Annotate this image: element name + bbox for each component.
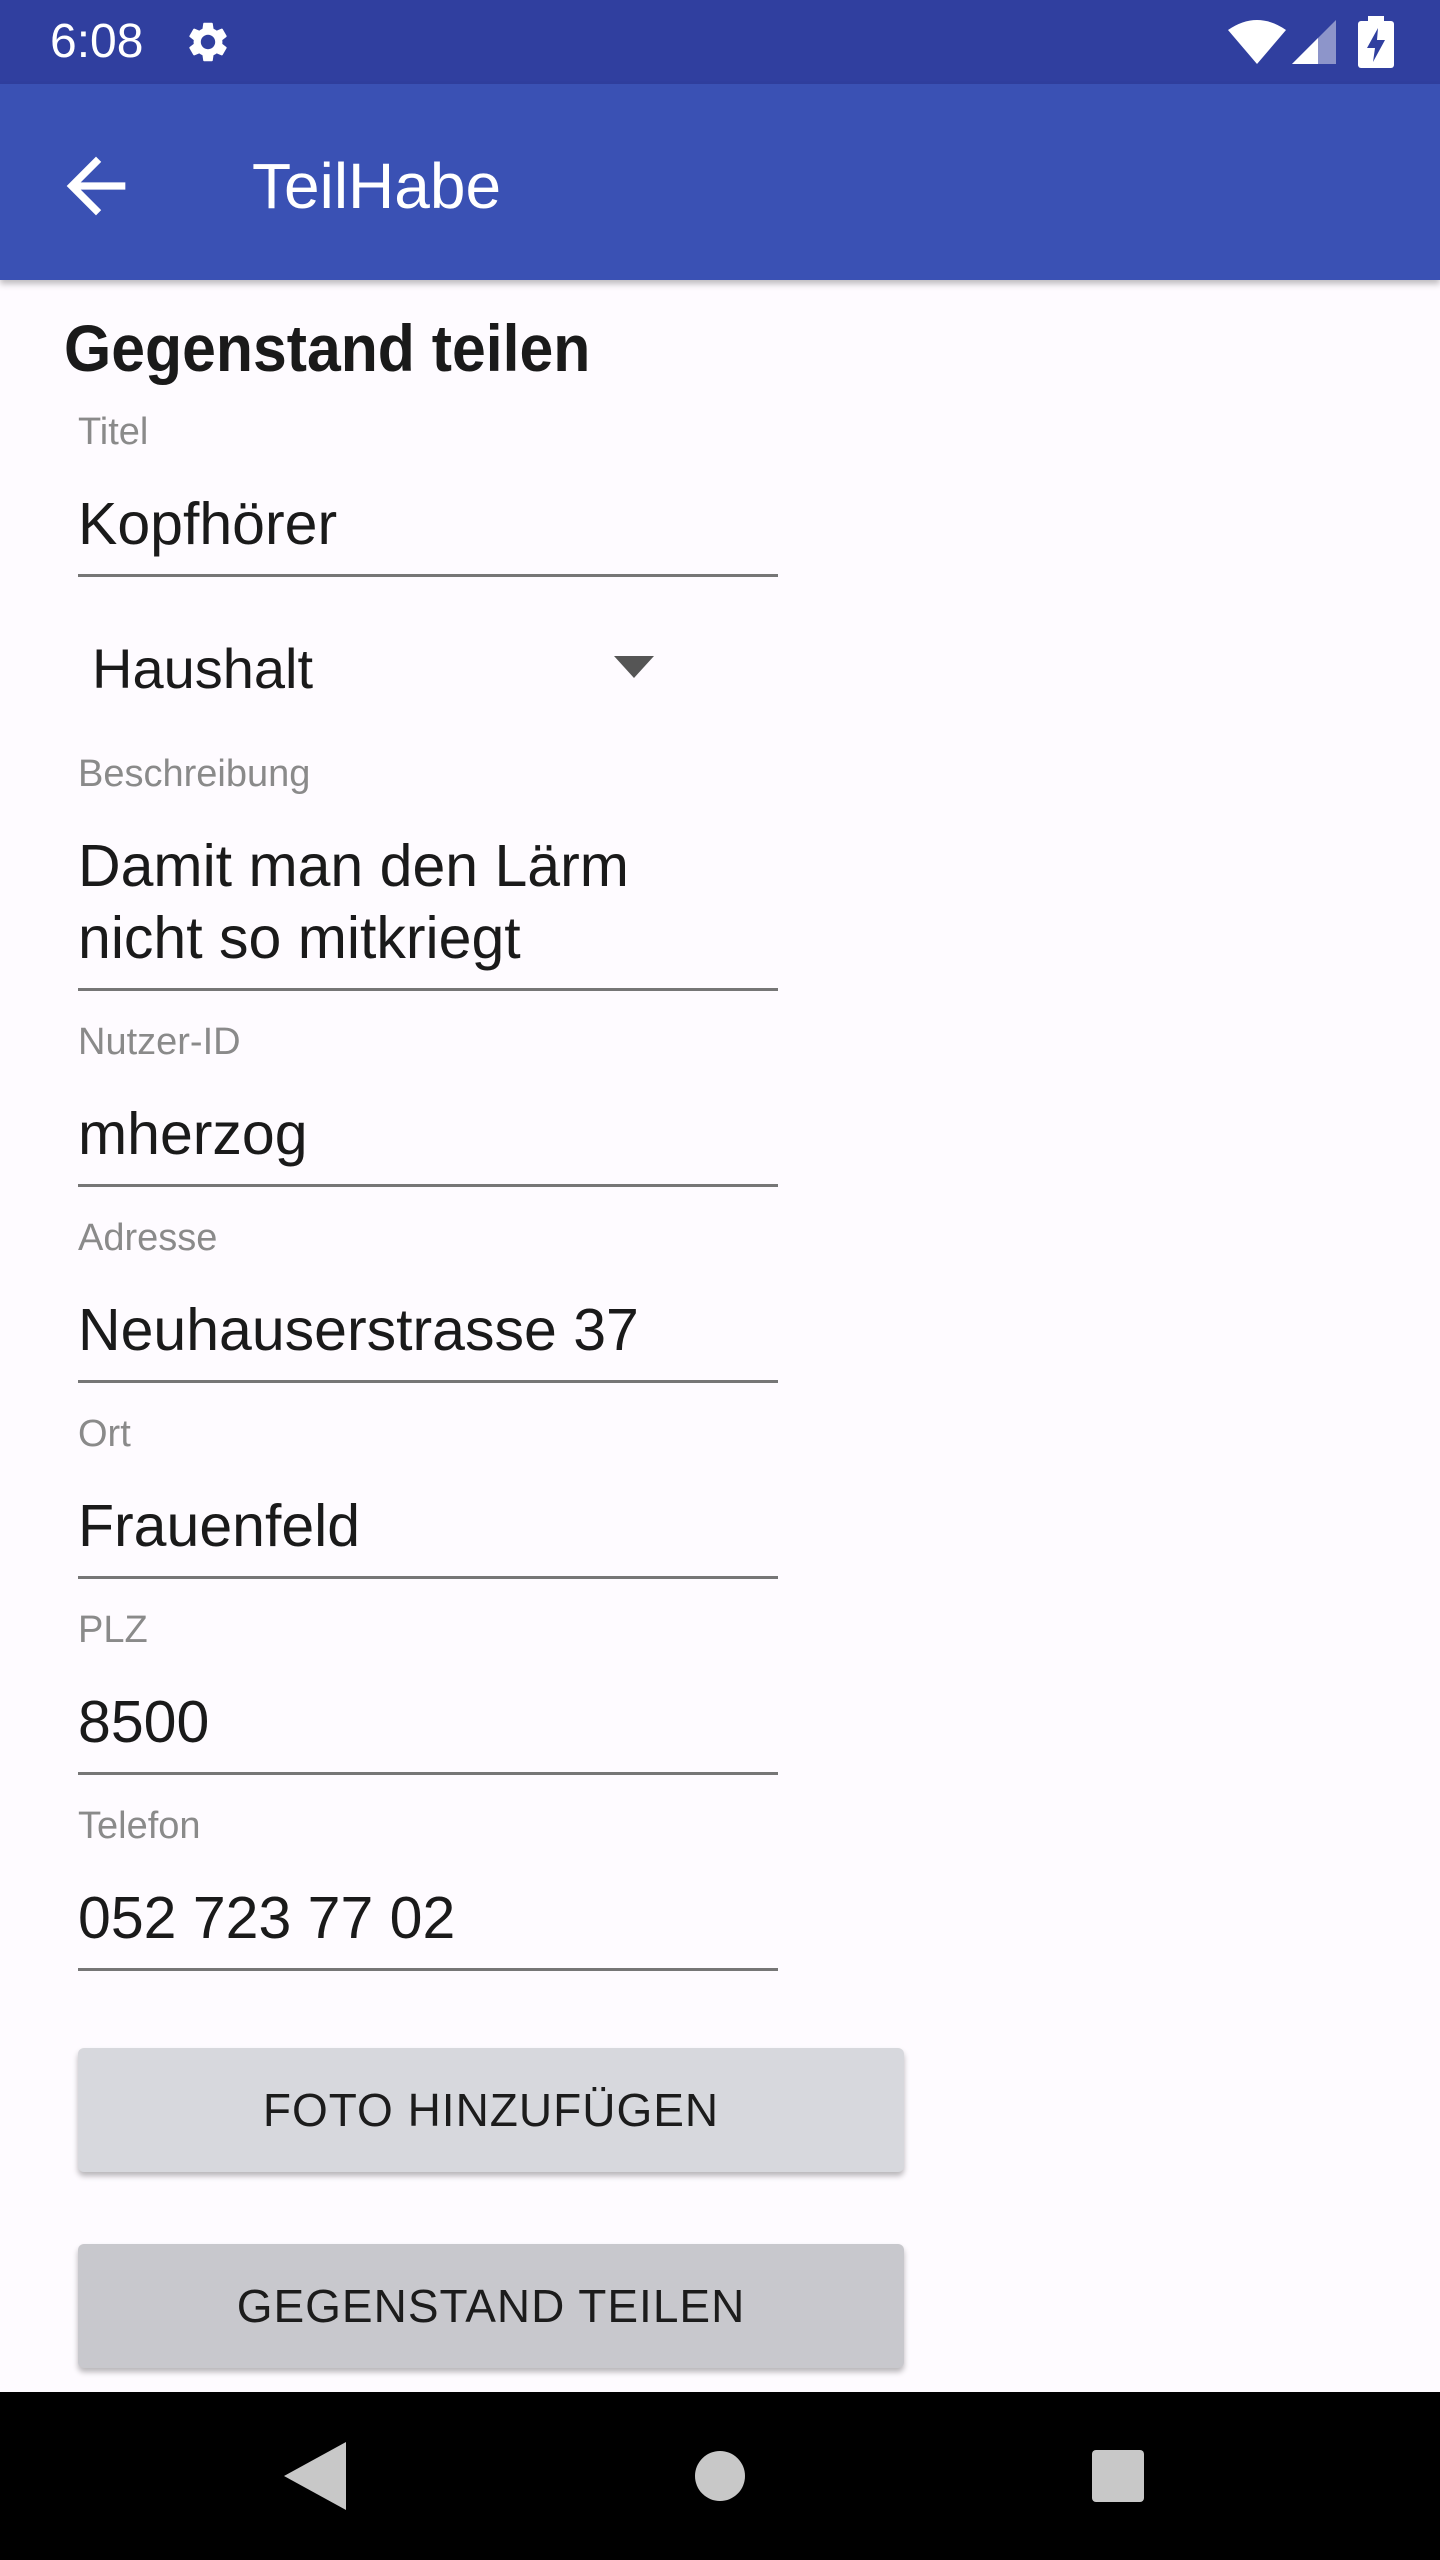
phone-label: Telefon xyxy=(78,1805,201,1847)
zip-underline xyxy=(78,1772,778,1775)
zip-input[interactable]: 8500 xyxy=(78,1686,209,1758)
address-underline xyxy=(78,1380,778,1383)
title-underline xyxy=(78,574,778,577)
add-photo-button-label: FOTO HINZUFÜGEN xyxy=(262,2084,720,2136)
title-label: Titel xyxy=(78,411,149,453)
phone-underline xyxy=(78,1968,778,1971)
description-label: Beschreibung xyxy=(78,753,311,795)
address-input[interactable]: Neuhauserstrasse 37 xyxy=(78,1294,639,1366)
add-photo-button[interactable]: FOTO HINZUFÜGEN xyxy=(78,2048,904,2172)
description-line-2: nicht so mitkriegt xyxy=(78,905,521,971)
nav-recent-icon[interactable] xyxy=(1092,2450,1144,2502)
nav-home-icon[interactable] xyxy=(694,2450,746,2502)
navigation-bar xyxy=(0,2392,1440,2560)
signal-icon xyxy=(1292,20,1336,64)
app-title: TeilHabe xyxy=(252,150,502,222)
wifi-icon xyxy=(1228,20,1286,64)
user-id-underline xyxy=(78,1184,778,1187)
battery-charging-icon xyxy=(1358,16,1394,68)
status-time: 6:08 xyxy=(50,15,144,68)
user-id-input[interactable]: mherzog xyxy=(78,1098,308,1170)
city-input[interactable]: Frauenfeld xyxy=(78,1490,360,1562)
app-bar: TeilHabe xyxy=(0,84,1440,280)
gear-icon xyxy=(189,22,227,62)
share-item-form: Gegenstand teilen Titel Kopfhörer Hausha… xyxy=(0,280,1440,2392)
address-label: Adresse xyxy=(78,1217,218,1259)
status-bar: 6:08 xyxy=(0,0,1440,84)
title-input[interactable]: Kopfhörer xyxy=(78,488,337,560)
user-id-label: Nutzer-ID xyxy=(78,1021,241,1063)
city-underline xyxy=(78,1576,778,1579)
share-item-button[interactable]: GEGENSTAND TEILEN xyxy=(78,2244,904,2368)
description-line-1: Damit man den Lärm xyxy=(78,833,629,899)
city-label: Ort xyxy=(78,1413,131,1455)
category-dropdown[interactable]: Haushalt xyxy=(78,624,678,714)
section-title: Gegenstand teilen xyxy=(64,311,591,385)
back-arrow-icon[interactable] xyxy=(52,142,140,230)
phone-input[interactable]: 052 723 77 02 xyxy=(78,1882,455,1954)
share-item-button-label: GEGENSTAND TEILEN xyxy=(236,2280,746,2332)
nav-back-icon[interactable] xyxy=(284,2442,346,2510)
zip-label: PLZ xyxy=(78,1609,148,1651)
dropdown-arrow-icon xyxy=(614,656,654,678)
description-underline xyxy=(78,988,778,991)
category-selected-value: Haushalt xyxy=(92,637,314,700)
